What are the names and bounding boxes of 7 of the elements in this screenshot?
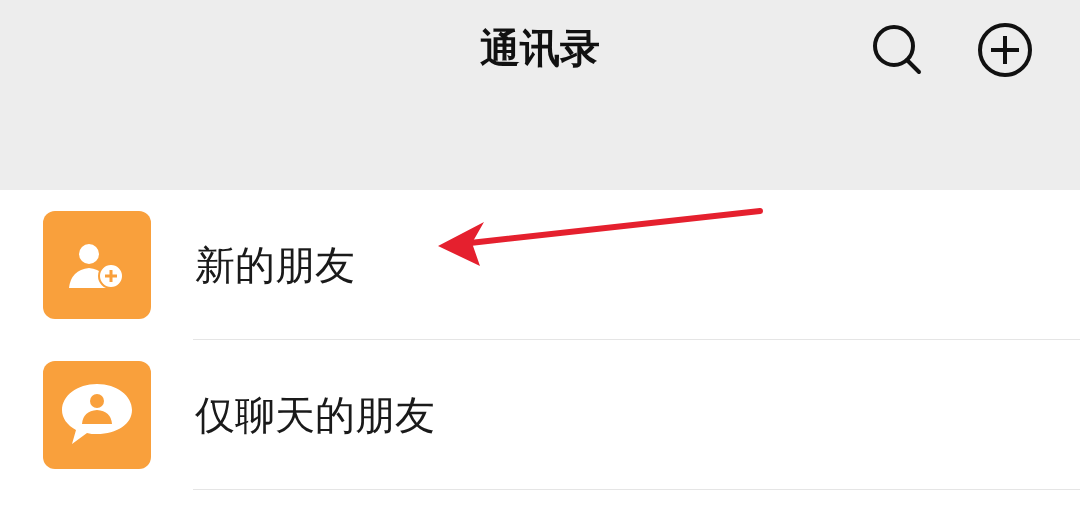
item-label: 仅聊天的朋友 <box>195 392 435 439</box>
contact-list-item[interactable]: 新的朋友 <box>0 190 1080 340</box>
item-label: 新的朋友 <box>195 242 355 289</box>
search-icon[interactable] <box>872 24 924 76</box>
page-title: 通讯录 <box>480 25 600 72</box>
contact-list-item[interactable]: 仅聊天的朋友 <box>0 340 1080 490</box>
add-icon[interactable] <box>977 22 1033 78</box>
